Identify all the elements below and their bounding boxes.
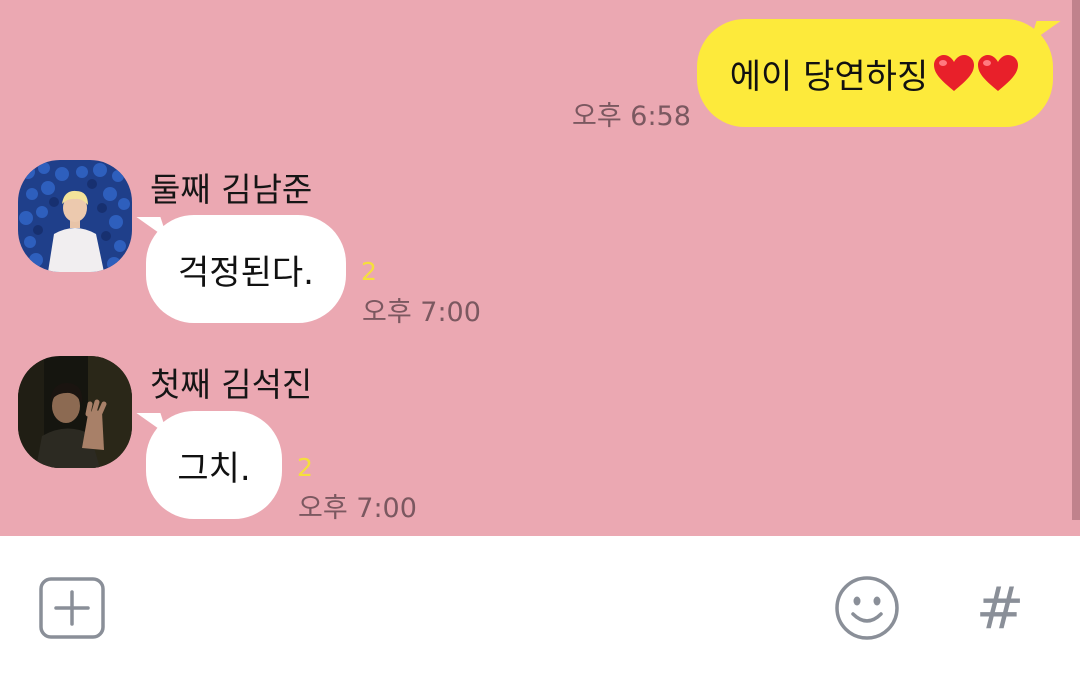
incoming-message-bubble[interactable]: 걱정된다. bbox=[146, 215, 346, 323]
incoming-message-text: 그치. bbox=[177, 448, 251, 489]
message-input-bar: # bbox=[0, 536, 1080, 680]
chat-area[interactable]: 에이 당연하징 오후 6:58 둘째 김남준 걱정된다. 2 오후 7:00 첫… bbox=[0, 0, 1080, 536]
smiley-icon bbox=[835, 576, 899, 640]
incoming-message-bubble[interactable]: 그치. bbox=[146, 411, 282, 519]
emoticon-button[interactable] bbox=[833, 574, 901, 642]
incoming-message-text: 걱정된다. bbox=[178, 252, 314, 293]
plus-square-icon bbox=[39, 577, 105, 639]
outgoing-message-text: 에이 당연하징 bbox=[729, 56, 929, 97]
attach-button[interactable] bbox=[38, 576, 106, 640]
heart-emoji-icon bbox=[934, 55, 975, 91]
heart-emoji-icon bbox=[978, 55, 1019, 91]
sender-name: 둘째 김남준 bbox=[150, 170, 313, 209]
hashtag-search-button[interactable]: # bbox=[968, 574, 1032, 642]
message-time: 오후 6:58 bbox=[572, 101, 691, 132]
avatar[interactable] bbox=[18, 356, 132, 468]
message-time: 오후 7:00 bbox=[362, 297, 481, 328]
unread-count: 2 bbox=[297, 453, 313, 482]
scrollbar[interactable] bbox=[1072, 0, 1080, 520]
message-time: 오후 7:00 bbox=[298, 493, 417, 524]
outgoing-message-bubble[interactable]: 에이 당연하징 bbox=[697, 19, 1053, 127]
avatar[interactable] bbox=[18, 160, 132, 272]
sender-name: 첫째 김석진 bbox=[150, 365, 313, 404]
unread-count: 2 bbox=[361, 257, 377, 286]
